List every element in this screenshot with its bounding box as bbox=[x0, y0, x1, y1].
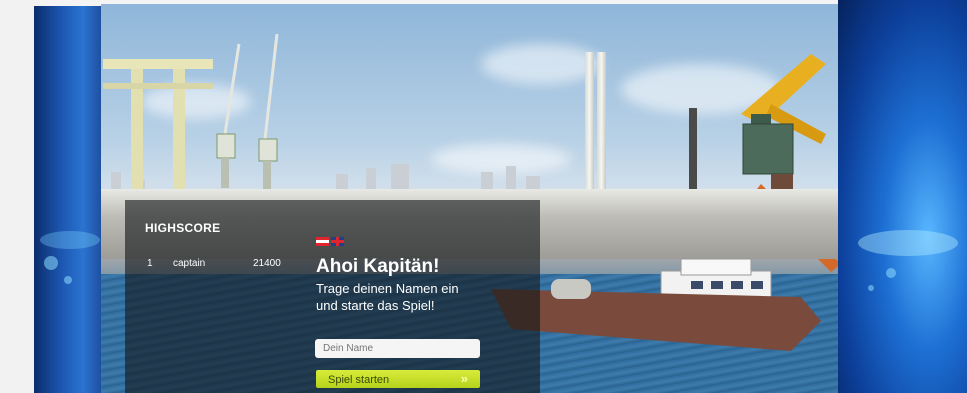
gantry-crane bbox=[103, 59, 213, 189]
uk-flag-icon[interactable] bbox=[331, 237, 344, 246]
highscore-name: captain bbox=[173, 258, 206, 269]
cargo-ship bbox=[491, 259, 821, 351]
bubble-decoration bbox=[858, 230, 958, 256]
start-game-button[interactable]: Spiel starten » bbox=[316, 370, 480, 388]
welcome-line-2: und starte das Spiel! bbox=[316, 298, 435, 313]
frame-right bbox=[838, 0, 967, 393]
language-selector bbox=[316, 237, 344, 246]
chimney bbox=[585, 52, 594, 192]
austria-flag-icon[interactable] bbox=[316, 237, 329, 246]
double-chevron-right-icon: » bbox=[460, 371, 468, 386]
frame-left bbox=[34, 6, 104, 393]
bubble-decoration bbox=[44, 256, 58, 270]
player-name-input[interactable] bbox=[315, 339, 480, 358]
welcome-line-1: Trage deinen Namen ein bbox=[316, 281, 459, 296]
highscore-score: 21400 bbox=[253, 258, 281, 269]
bubble-decoration bbox=[40, 231, 100, 249]
game-screen: HIGHSCORE 1 captain 21400 Ahoi Kapitän! … bbox=[0, 0, 967, 393]
welcome-heading: Ahoi Kapitän! bbox=[316, 256, 440, 277]
harbor-crane bbox=[216, 34, 279, 191]
start-game-label: Spiel starten bbox=[328, 374, 390, 386]
highscore-rank: 1 bbox=[147, 258, 153, 269]
chimney bbox=[689, 108, 697, 190]
bubble-decoration bbox=[886, 268, 896, 278]
chimney bbox=[597, 52, 606, 192]
bubble-decoration bbox=[64, 276, 72, 284]
welcome-text: Trage deinen Namen ein und starte das Sp… bbox=[316, 280, 516, 314]
highscore-title: HIGHSCORE bbox=[145, 221, 221, 235]
bubble-decoration bbox=[868, 285, 874, 291]
